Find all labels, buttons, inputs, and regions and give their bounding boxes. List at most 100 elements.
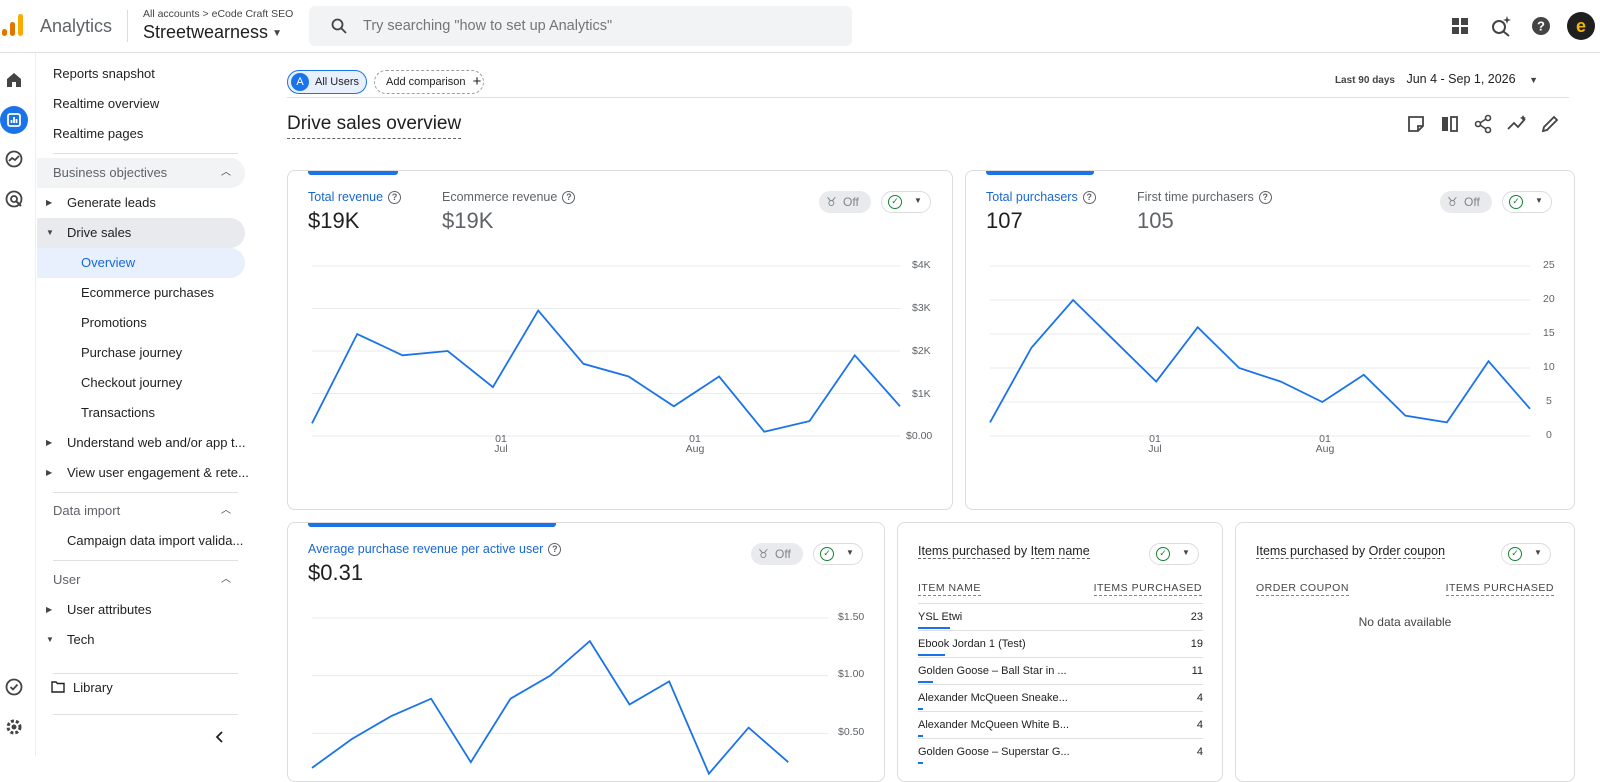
breadcrumb[interactable]: All accounts > eCode Craft SEO bbox=[143, 8, 293, 20]
nav-understand[interactable]: ▶ Understand web and/or app t... bbox=[46, 428, 246, 458]
property-selector[interactable]: Streetwearness ▼ bbox=[143, 22, 282, 43]
share-bar bbox=[918, 627, 950, 629]
date-range-picker[interactable]: Last 90 days Jun 4 - Sep 1, 2026 ▼ bbox=[1335, 72, 1538, 86]
nav-divider bbox=[53, 492, 238, 493]
divider bbox=[127, 10, 128, 42]
purchasers-line-chart[interactable] bbox=[966, 171, 1575, 471]
items-by-name-card: Items purchased by Item name ✓ ▼ ITEM NAM… bbox=[897, 522, 1223, 782]
segment-chip[interactable]: A All Users bbox=[287, 70, 367, 94]
table-row[interactable]: Ebook Jordan 1 (Test) 19 bbox=[918, 630, 1203, 657]
table-row[interactable]: YSL Etwi 23 bbox=[918, 603, 1203, 630]
y-tick: $1.50 bbox=[838, 611, 865, 623]
notes-icon[interactable] bbox=[1405, 113, 1427, 135]
y-tick: $1K bbox=[912, 388, 931, 400]
column-header[interactable]: ORDER COUPON bbox=[1256, 582, 1349, 596]
chevron-up-icon: ︿ bbox=[221, 574, 231, 585]
nav-library[interactable]: Library bbox=[51, 673, 113, 703]
item-count: 4 bbox=[1196, 746, 1203, 758]
triangle-down-icon: ▼ bbox=[46, 228, 54, 237]
arpu-card: Average purchase revenue per active user… bbox=[287, 522, 885, 782]
breadcrumb-account[interactable]: eCode Craft SEO bbox=[212, 8, 294, 20]
svg-text:?: ? bbox=[1537, 19, 1545, 34]
nav-section-business-objectives[interactable]: Business objectives ︿ bbox=[37, 158, 245, 188]
card-status-dropdown[interactable]: ✓ ▼ bbox=[1501, 543, 1551, 565]
y-tick: $2K bbox=[912, 345, 931, 357]
table-row[interactable]: Golden Goose – Superstar G... 4 bbox=[918, 738, 1203, 765]
nav-drive-sales[interactable]: ▼ Drive sales bbox=[46, 218, 131, 248]
card-title[interactable]: Items purchased by Order coupon bbox=[1256, 544, 1446, 559]
search-input[interactable] bbox=[363, 6, 833, 46]
column-header[interactable]: ITEMS PURCHASED bbox=[1093, 582, 1202, 596]
x-tick: 01 Jul bbox=[494, 433, 508, 455]
triangle-right-icon: ▶ bbox=[46, 198, 53, 207]
main-content: A All Users Add comparison + Last 90 day… bbox=[256, 53, 1600, 782]
nav-user-attributes[interactable]: ▶ User attributes bbox=[46, 595, 152, 625]
search-insights-icon[interactable] bbox=[1489, 14, 1513, 38]
revenue-card: Total revenue? $19K Ecommerce revenue? $… bbox=[287, 170, 953, 510]
x-tick: 01 Aug bbox=[1315, 433, 1335, 455]
page-title[interactable]: Drive sales overview bbox=[287, 113, 462, 139]
nav-transactions[interactable]: Transactions bbox=[81, 398, 155, 428]
item-count: 4 bbox=[1196, 719, 1203, 731]
nav-section-user[interactable]: User ︿ bbox=[37, 565, 245, 595]
column-header[interactable]: ITEMS PURCHASED bbox=[1445, 582, 1554, 596]
table-row[interactable]: Alexander McQueen White B... 4 bbox=[918, 711, 1203, 738]
series-line[interactable] bbox=[311, 309, 901, 433]
divider bbox=[287, 97, 1569, 98]
series-line[interactable] bbox=[311, 639, 789, 776]
explore-icon[interactable] bbox=[3, 148, 25, 170]
nav-campaign-import[interactable]: Campaign data import valida... bbox=[67, 526, 243, 556]
nav-checkout-journey[interactable]: Checkout journey bbox=[81, 368, 182, 398]
nav-realtime-overview[interactable]: Realtime overview bbox=[53, 89, 159, 119]
nav-reports-snapshot[interactable]: Reports snapshot bbox=[53, 59, 155, 89]
nav-tech[interactable]: ▼ Tech bbox=[46, 625, 94, 655]
advertising-icon[interactable] bbox=[3, 188, 25, 210]
y-tick: 20 bbox=[1543, 293, 1555, 305]
item-name: Golden Goose – Ball Star in ... bbox=[918, 665, 1067, 677]
section-label: Business objectives bbox=[53, 165, 168, 180]
search-box[interactable] bbox=[309, 6, 852, 46]
y-tick: $0.00 bbox=[906, 430, 933, 442]
y-tick: 15 bbox=[1543, 327, 1555, 339]
item-count: 11 bbox=[1191, 665, 1203, 677]
avatar[interactable]: e bbox=[1567, 12, 1595, 40]
nav-label: User attributes bbox=[67, 602, 152, 617]
card-title[interactable]: Items purchased by Item name bbox=[918, 544, 1090, 559]
series-line[interactable] bbox=[989, 298, 1531, 424]
column-header[interactable]: ITEM NAME bbox=[918, 582, 981, 596]
arpu-line-chart[interactable] bbox=[288, 523, 885, 782]
date-range-value: Jun 4 - Sep 1, 2026 bbox=[1406, 72, 1516, 86]
breadcrumb-all-accounts[interactable]: All accounts bbox=[143, 8, 200, 20]
card-status-dropdown[interactable]: ✓ ▼ bbox=[1149, 543, 1199, 565]
left-rail bbox=[0, 53, 36, 756]
share-icon[interactable] bbox=[1472, 113, 1494, 135]
compare-icon[interactable] bbox=[1439, 113, 1461, 135]
nav-overview[interactable]: Overview bbox=[81, 248, 135, 278]
insights-icon[interactable] bbox=[1506, 113, 1528, 135]
apps-grid-icon[interactable] bbox=[1448, 14, 1472, 38]
share-bar bbox=[918, 708, 923, 710]
table-row[interactable]: Alexander McQueen Sneake... 4 bbox=[918, 684, 1203, 711]
nav-generate-leads[interactable]: ▶ Generate leads bbox=[46, 188, 156, 218]
nav-section-data-import[interactable]: Data import ︿ bbox=[37, 496, 245, 526]
item-name: Ebook Jordan 1 (Test) bbox=[918, 638, 1026, 650]
caret-down-icon: ▼ bbox=[272, 27, 282, 39]
date-range-label: Last 90 days bbox=[1334, 75, 1395, 86]
nav-realtime-pages[interactable]: Realtime pages bbox=[53, 119, 143, 149]
table-row[interactable]: Golden Goose – Ball Star in ... 11 bbox=[918, 657, 1203, 684]
add-comparison-button[interactable]: Add comparison + bbox=[374, 70, 484, 94]
nav-promotions[interactable]: Promotions bbox=[81, 308, 147, 338]
search-icon bbox=[331, 18, 347, 34]
reports-icon[interactable] bbox=[3, 109, 25, 131]
nav-purchase-journey[interactable]: Purchase journey bbox=[81, 338, 182, 368]
home-icon[interactable] bbox=[3, 69, 25, 91]
help-icon[interactable]: ? bbox=[1529, 14, 1553, 38]
revenue-line-chart[interactable] bbox=[288, 171, 953, 471]
configure-icon[interactable] bbox=[3, 676, 25, 698]
nav-engagement[interactable]: ▶ View user engagement & rete... bbox=[46, 458, 249, 488]
nav-ecommerce-purchases[interactable]: Ecommerce purchases bbox=[81, 278, 214, 308]
gear-icon[interactable] bbox=[3, 716, 25, 738]
app-name: Analytics bbox=[40, 16, 113, 36]
edit-pencil-icon[interactable] bbox=[1539, 113, 1561, 135]
collapse-chevron-left-icon[interactable] bbox=[215, 731, 225, 743]
